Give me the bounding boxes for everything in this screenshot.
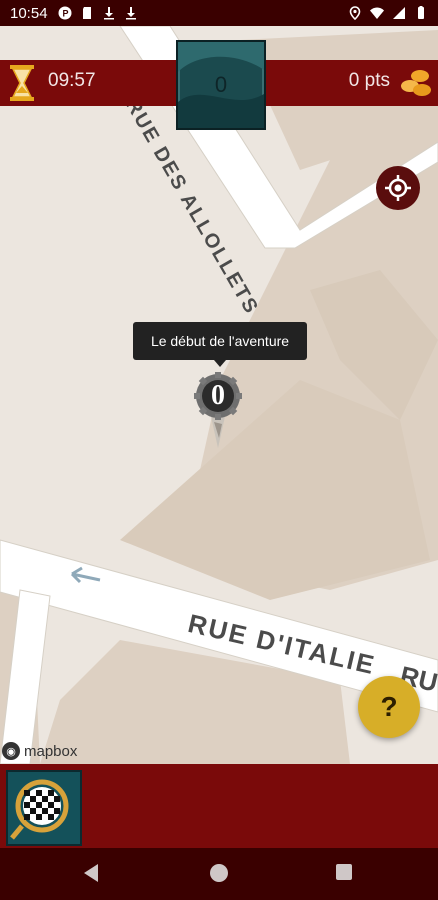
download-icon [103, 7, 114, 20]
mapbox-icon: ◉ [2, 742, 20, 760]
home-icon[interactable] [210, 864, 228, 882]
crosshair-icon [385, 175, 411, 201]
location-icon [349, 6, 361, 20]
score-badge[interactable]: 0 [176, 40, 266, 130]
mapbox-logo[interactable]: ◉ mapbox [2, 740, 77, 762]
coins-icon [401, 70, 431, 96]
status-time: 10:54 [10, 4, 48, 22]
locate-button[interactable] [376, 166, 420, 210]
signal-icon [393, 7, 405, 19]
score-value: 0 [214, 72, 228, 97]
timer-text: 09:57 [48, 70, 96, 91]
checkered-flag-icon [10, 779, 69, 840]
recents-icon[interactable] [336, 864, 352, 880]
marker-tooltip: Le début de l'aventure [133, 322, 307, 360]
svg-text:P: P [62, 9, 68, 19]
mapbox-text: mapbox [24, 742, 78, 760]
points-text: 0 pts [348, 70, 390, 91]
wifi-icon [370, 7, 384, 19]
adventure-start-marker[interactable]: 0 [192, 372, 244, 452]
download-icon [125, 7, 136, 20]
finish-flag-badge[interactable] [6, 770, 82, 846]
back-icon[interactable] [84, 864, 98, 882]
marker-number: 0 [211, 380, 225, 411]
p-icon: P [58, 6, 72, 20]
help-button-label: ? [380, 691, 398, 722]
help-button[interactable]: ? [358, 676, 420, 738]
sd-card-icon [82, 7, 91, 19]
battery-icon [418, 6, 424, 19]
status-bar: 10:54 P [0, 0, 438, 26]
hourglass-icon [10, 65, 34, 101]
tooltip-arrow [214, 360, 226, 367]
